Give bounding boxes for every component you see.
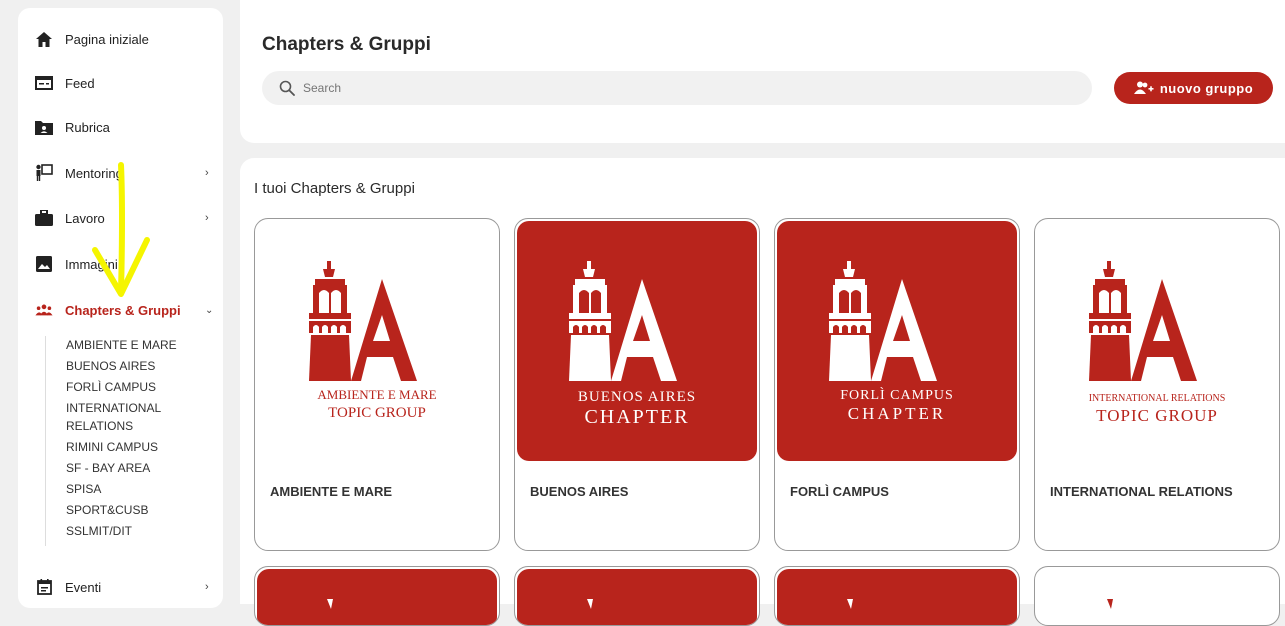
group-card-partial[interactable] <box>1034 566 1280 626</box>
logo-line-2: TOPIC GROUP <box>1096 406 1218 425</box>
logo-line-2: CHAPTER <box>848 404 946 423</box>
submenu-item-sf-bay-area[interactable]: SF - BAY AREA <box>66 459 215 477</box>
logo-line-2: CHAPTER <box>584 406 689 428</box>
logo-line-2: TOPIC GROUP <box>328 405 426 421</box>
group-card-partial[interactable] <box>254 566 500 626</box>
card-name: AMBIENTE E MARE <box>270 484 393 499</box>
groups-panel: I tuoi Chapters & Gruppi AMBIENTE E MARE <box>240 158 1285 626</box>
card-name: BUENOS AIRES <box>530 484 629 499</box>
mentoring-icon <box>35 164 53 182</box>
sidebar-item-pagina-iniziale[interactable]: Pagina iniziale <box>18 24 223 54</box>
logo-line-1: INTERNATIONAL RELATIONS <box>1089 393 1226 404</box>
tower-logo-icon <box>569 261 677 381</box>
sidebar-item-eventi[interactable]: Eventi › <box>18 572 223 602</box>
sidebar: Pagina iniziale Feed Rubrica Mentoring ›… <box>18 8 223 608</box>
group-logo <box>517 569 757 625</box>
submenu-item-rimini-campus[interactable]: RIMINI CAMPUS <box>66 438 215 456</box>
contacts-folder-icon <box>35 118 53 136</box>
group-card-buenos-aires[interactable]: BUENOS AIRES CHAPTER BUENOS AIRES <box>514 218 760 551</box>
submenu-item-forli-campus[interactable]: FORLÌ CAMPUS <box>66 378 215 396</box>
logo-line-1: AMBIENTE E MARE <box>317 387 436 402</box>
search-icon <box>279 80 295 96</box>
group-icon <box>35 301 53 319</box>
logo-line-1: FORLÌ CAMPUS <box>840 386 954 403</box>
annotation-arrow <box>92 162 150 297</box>
card-name: FORLÌ CAMPUS <box>790 484 889 499</box>
submenu-item-international-relations[interactable]: INTERNATIONAL RELATIONS <box>66 399 176 435</box>
section-title: I tuoi Chapters & Gruppi <box>254 180 415 197</box>
new-group-button[interactable]: nuovo gruppo <box>1114 72 1273 104</box>
group-card-partial[interactable] <box>774 566 1020 626</box>
submenu-item-ambiente-e-mare[interactable]: AMBIENTE E MARE <box>66 336 215 354</box>
group-logo <box>257 569 497 625</box>
chevron-down-icon: ⌄ <box>205 304 214 316</box>
home-icon <box>35 30 53 48</box>
search-input[interactable] <box>303 81 1003 95</box>
group-card-international-relations[interactable]: INTERNATIONAL RELATIONS TOPIC GROUP INTE… <box>1034 218 1280 551</box>
group-logo: INTERNATIONAL RELATIONS TOPIC GROUP <box>1037 221 1277 461</box>
tower-logo-icon <box>587 599 593 609</box>
chevron-right-icon: › <box>205 212 209 224</box>
group-card-ambiente-e-mare[interactable]: AMBIENTE E MARE TOPIC GROUP AMBIENTE E M… <box>254 218 500 551</box>
group-logo: BUENOS AIRES CHAPTER <box>517 221 757 461</box>
submenu-item-spisa[interactable]: SPISA <box>66 480 215 498</box>
submenu-item-buenos-aires[interactable]: BUENOS AIRES <box>66 357 215 375</box>
chapters-submenu: AMBIENTE E MARE BUENOS AIRES FORLÌ CAMPU… <box>45 336 215 546</box>
sidebar-item-label: Rubrica <box>65 119 110 135</box>
feed-icon <box>35 74 53 92</box>
chevron-right-icon: › <box>205 167 209 179</box>
group-card-forli-campus[interactable]: FORLÌ CAMPUS CHAPTER FORLÌ CAMPUS <box>774 218 1020 551</box>
tower-logo-icon <box>327 599 333 609</box>
tower-logo-icon <box>1089 261 1197 381</box>
sidebar-item-rubrica[interactable]: Rubrica <box>18 112 223 142</box>
image-icon <box>35 255 53 273</box>
briefcase-icon <box>35 209 53 227</box>
search-bar[interactable] <box>262 71 1092 105</box>
calendar-icon <box>35 578 53 596</box>
sidebar-item-feed[interactable]: Feed <box>18 68 223 98</box>
tower-logo-icon <box>1107 599 1113 609</box>
new-group-label: nuovo gruppo <box>1159 80 1254 96</box>
tower-logo-icon <box>829 261 937 381</box>
group-logo: AMBIENTE E MARE TOPIC GROUP <box>257 221 497 461</box>
sidebar-item-label: Chapters & Gruppi <box>65 302 181 318</box>
page-title: Chapters & Gruppi <box>262 34 431 55</box>
card-name: INTERNATIONAL RELATIONS <box>1050 484 1233 499</box>
submenu-item-sslmit-dit[interactable]: SSLMIT/DIT <box>66 522 215 540</box>
sidebar-item-label: Eventi <box>65 579 102 595</box>
logo-line-1: BUENOS AIRES <box>578 389 696 405</box>
sidebar-item-label: Feed <box>65 75 95 91</box>
add-group-icon <box>1133 81 1154 94</box>
group-logo <box>777 569 1017 625</box>
tower-logo-icon <box>847 599 853 609</box>
chevron-right-icon: › <box>205 581 209 593</box>
group-logo: FORLÌ CAMPUS CHAPTER <box>777 221 1017 461</box>
group-card-partial[interactable] <box>514 566 760 626</box>
sidebar-item-label: Pagina iniziale <box>65 31 149 47</box>
submenu-item-sport-cusb[interactable]: SPORT&CUSB <box>66 501 215 519</box>
tower-logo-icon <box>309 261 417 381</box>
header-panel: Chapters & Gruppi nuovo gruppo <box>240 0 1285 143</box>
